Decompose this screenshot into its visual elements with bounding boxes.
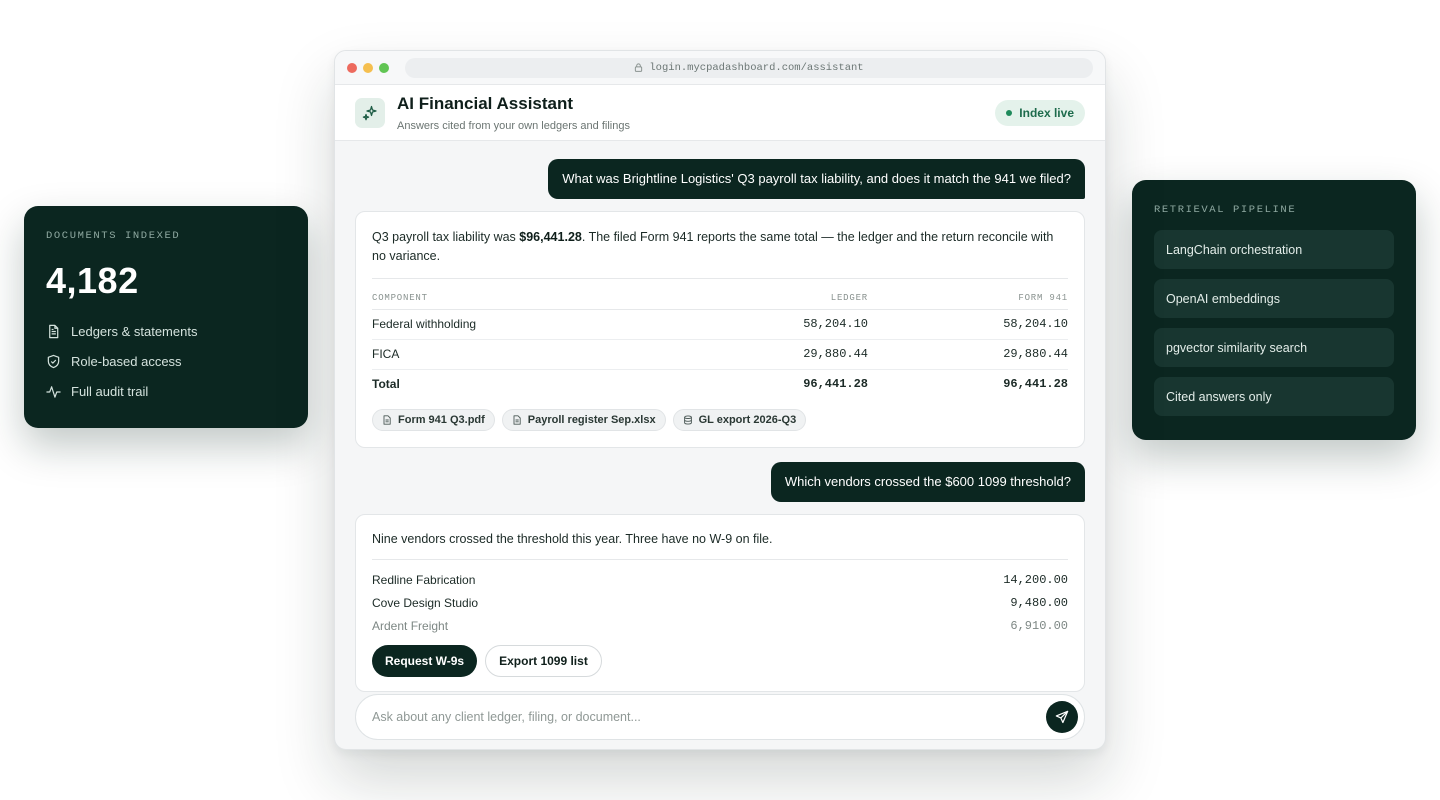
- table-cell: FICA: [372, 339, 678, 370]
- chat-thread: What was Brightline Logistics' Q3 payrol…: [335, 141, 1105, 692]
- url-text: login.mycpadashboard.com/assistant: [649, 61, 864, 74]
- table-cell: 96,441.28: [803, 377, 868, 392]
- pipeline-step: LangChain orchestration: [1154, 230, 1394, 269]
- assistant-header: AI Financial Assistant Answers cited fro…: [335, 85, 1105, 141]
- vendor-name: Cove Design Studio: [372, 595, 479, 610]
- assistant-logo: [355, 97, 385, 128]
- source-label: Form 941 Q3.pdf: [398, 414, 485, 426]
- retrieval-pipeline-label: RETRIEVAL PIPELINE: [1154, 204, 1297, 216]
- send-button[interactable]: [1046, 701, 1078, 733]
- feature-list: Ledgers & statements Role-based access F…: [46, 316, 286, 406]
- shield-check-icon: [47, 354, 60, 368]
- answer-actions: Request W-9s Export 1099 list: [372, 645, 1068, 677]
- column-header: COMPONENT: [372, 287, 678, 310]
- database-icon: [683, 415, 692, 425]
- divider: [372, 559, 1068, 560]
- vendor-amount: 6,910.00: [1010, 618, 1068, 633]
- table-cell: 29,880.44: [868, 339, 1068, 370]
- table-cell: Total: [372, 377, 400, 392]
- documents-indexed-label: DOCUMENTS INDEXED: [46, 230, 181, 242]
- status-dot-icon: [1006, 109, 1013, 116]
- index-status-label: Index live: [1019, 105, 1074, 120]
- assistant-answer-payroll: Q3 payroll tax liability was $96,441.28.…: [355, 211, 1085, 448]
- retrieval-pipeline-card: RETRIEVAL PIPELINE LangChain orchestrati…: [1132, 180, 1416, 440]
- export-1099-list-button[interactable]: Export 1099 list: [485, 645, 602, 677]
- table-cell: 58,204.10: [868, 309, 1068, 340]
- answer-text: Nine vendors crossed the threshold this …: [372, 532, 773, 546]
- page-title: AI Financial Assistant: [397, 93, 574, 113]
- maximize-window-button[interactable]: [379, 62, 389, 73]
- close-window-button[interactable]: [347, 62, 357, 73]
- table-cell: Federal withholding: [372, 309, 678, 340]
- source-chip[interactable]: GL export 2026-Q3: [672, 409, 807, 431]
- vendor-amount: 14,200.00: [1003, 572, 1068, 587]
- assistant-answer-vendors: Nine vendors crossed the threshold this …: [355, 514, 1085, 692]
- pipeline-step: pgvector similarity search: [1154, 328, 1394, 367]
- sparkle-icon: [362, 105, 377, 120]
- table-cell: 96,441.28: [1003, 377, 1068, 392]
- vendor-amount: 9,480.00: [1010, 595, 1068, 610]
- minimize-window-button[interactable]: [363, 62, 373, 73]
- table-cell: 58,204.10: [677, 309, 868, 340]
- feature-item: Full audit trail: [46, 376, 286, 406]
- table-row: FICA 29,880.44 29,880.44: [372, 339, 1068, 370]
- message-composer: [355, 694, 1085, 740]
- feature-item: Ledgers & statements: [46, 316, 286, 346]
- column-header: FORM 941: [868, 287, 1068, 310]
- feature-label: Ledgers & statements: [71, 323, 198, 339]
- source-label: Payroll register Sep.xlsx: [527, 414, 656, 426]
- reconciliation-table: COMPONENT LEDGER FORM 941 Federal withho…: [372, 287, 1068, 399]
- feature-label: Role-based access: [71, 353, 182, 369]
- table-cell: 29,880.44: [677, 339, 868, 370]
- feature-label: Full audit trail: [71, 383, 149, 399]
- liability-amount: $96,441.28: [519, 230, 582, 244]
- vendor-row: Cove Design Studio 9,480.00: [372, 591, 1068, 614]
- divider: [372, 278, 1068, 279]
- table-total-row: Total 96,441.28 96,441.28: [372, 369, 1068, 399]
- user-message: What was Brightline Logistics' Q3 payrol…: [548, 159, 1085, 199]
- send-icon: [1055, 710, 1069, 724]
- file-icon: [383, 415, 391, 425]
- activity-icon: [46, 385, 61, 398]
- vendor-name: Ardent Freight: [372, 618, 449, 633]
- documents-indexed-count: 4,182: [46, 260, 139, 301]
- message-input[interactable]: [372, 710, 1046, 724]
- documents-indexed-card: DOCUMENTS INDEXED 4,182 Ledgers & statem…: [24, 206, 308, 428]
- lock-icon: [635, 63, 643, 72]
- table-row: Federal withholding 58,204.10 58,204.10: [372, 309, 1068, 340]
- source-chip[interactable]: Form 941 Q3.pdf: [372, 409, 495, 431]
- feature-item: Role-based access: [46, 346, 286, 376]
- source-chip[interactable]: Payroll register Sep.xlsx: [501, 409, 666, 431]
- pipeline-step: Cited answers only: [1154, 377, 1394, 416]
- address-bar[interactable]: login.mycpadashboard.com/assistant: [405, 57, 1093, 78]
- column-header: LEDGER: [677, 287, 868, 310]
- vendor-name: Redline Fabrication: [372, 572, 476, 587]
- vendor-row: Ardent Freight 6,910.00: [372, 614, 1068, 637]
- document-icon: [49, 324, 59, 338]
- browser-titlebar: login.mycpadashboard.com/assistant: [335, 51, 1105, 85]
- page-subtitle: Answers cited from your own ledgers and …: [397, 119, 630, 132]
- vendor-list: Redline Fabrication 14,200.00 Cove Desig…: [372, 568, 1068, 637]
- source-label: GL export 2026-Q3: [698, 414, 797, 426]
- table-header-row: COMPONENT LEDGER FORM 941: [372, 287, 1068, 310]
- answer-text: Q3 payroll tax liability was $96,441.28.…: [372, 230, 1054, 263]
- request-w9s-button[interactable]: Request W-9s: [372, 645, 478, 677]
- index-status-badge: Index live: [995, 99, 1085, 126]
- pipeline-step: OpenAI embeddings: [1154, 279, 1394, 318]
- browser-window: login.mycpadashboard.com/assistant AI Fi…: [334, 50, 1106, 750]
- vendor-row: Redline Fabrication 14,200.00: [372, 568, 1068, 591]
- source-citations: Form 941 Q3.pdf Payroll register Sep.xls…: [372, 409, 1068, 431]
- user-message: Which vendors crossed the $600 1099 thre…: [770, 462, 1085, 502]
- pipeline-steps: LangChain orchestration OpenAI embedding…: [1154, 230, 1394, 416]
- file-icon: [513, 415, 521, 425]
